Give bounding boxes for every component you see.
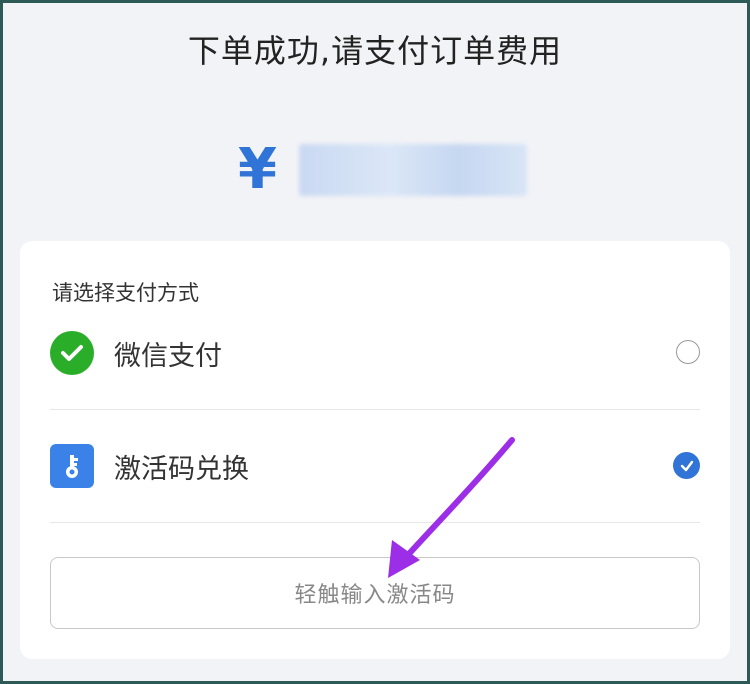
payment-option-wechat[interactable]: 微信支付 xyxy=(50,323,700,383)
payment-option-label: 微信支付 xyxy=(114,340,222,372)
amount-display: ¥ xyxy=(238,140,527,200)
divider xyxy=(50,409,700,410)
payment-method-card: 请选择支付方式 微信支付 激活码兑换 轻触输入激活码 xyxy=(20,241,730,659)
currency-symbol: ¥ xyxy=(238,137,277,202)
wechat-icon xyxy=(50,331,94,375)
payment-option-activation-code[interactable]: 激活码兑换 xyxy=(50,436,700,496)
divider xyxy=(50,522,700,523)
key-icon xyxy=(50,444,94,488)
payment-option-label: 激活码兑换 xyxy=(114,453,249,485)
radio-checked-icon[interactable] xyxy=(673,452,700,479)
payment-section-title: 请选择支付方式 xyxy=(52,281,199,305)
amount-value-redacted xyxy=(298,144,527,196)
radio-unchecked[interactable] xyxy=(676,340,700,364)
page-title: 下单成功,请支付订单费用 xyxy=(187,32,563,70)
enter-activation-code-button[interactable]: 轻触输入激活码 xyxy=(50,557,700,629)
